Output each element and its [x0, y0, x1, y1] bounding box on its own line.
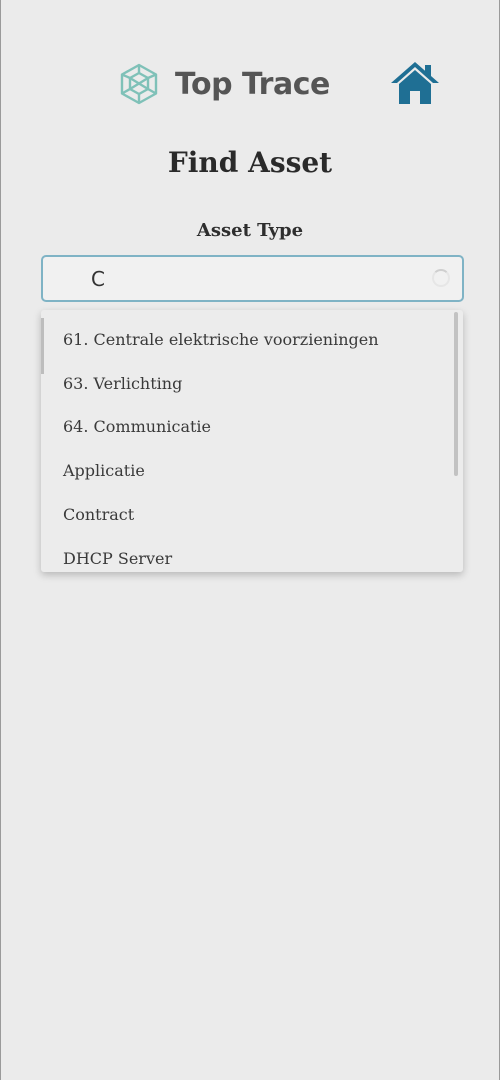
highlight-indicator	[41, 318, 44, 374]
app-frame: Top Trace Find Asset Asset Type 61. Cent…	[0, 0, 500, 1080]
asset-type-dropdown[interactable]: 61. Centrale elektrische voorzieningen 6…	[41, 310, 463, 572]
home-button[interactable]	[389, 60, 441, 106]
asset-type-input[interactable]	[91, 265, 411, 293]
page-title: Find Asset	[167, 146, 333, 179]
asset-type-label: Asset Type	[196, 220, 304, 241]
dropdown-scrollbar[interactable]	[454, 312, 458, 476]
dropdown-option[interactable]: Applicatie	[63, 461, 145, 480]
brand-name: Top Trace	[175, 66, 330, 102]
dropdown-option[interactable]: DHCP Server	[63, 549, 172, 568]
asset-type-combobox[interactable]	[41, 255, 464, 302]
brand-logo: Top Trace	[117, 62, 330, 106]
loading-spinner-icon	[432, 269, 450, 287]
header: Top Trace	[1, 56, 499, 112]
dropdown-option[interactable]: 64. Communicatie	[63, 417, 211, 436]
dropdown-option[interactable]: Contract	[63, 505, 134, 524]
dropdown-option[interactable]: 63. Verlichting	[63, 374, 182, 393]
dropdown-option[interactable]: 61. Centrale elektrische voorzieningen	[63, 330, 379, 349]
cube-outline-icon	[120, 63, 158, 105]
home-icon	[391, 62, 439, 104]
